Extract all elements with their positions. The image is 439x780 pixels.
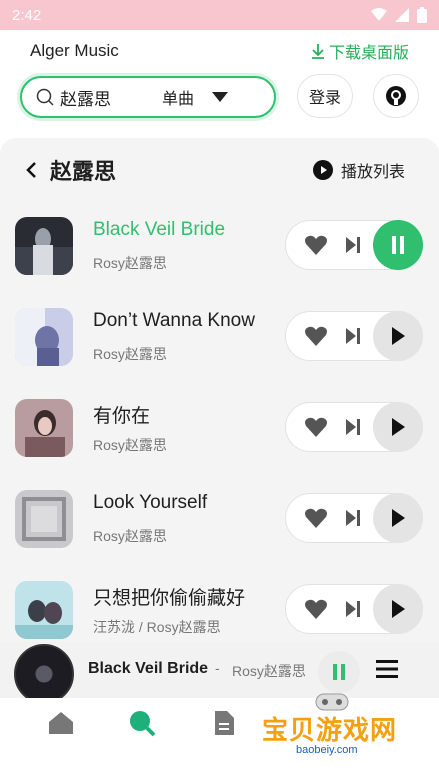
menu-icon[interactable]: [376, 660, 398, 678]
battery-icon: [417, 7, 427, 23]
artist-title: 赵露思: [50, 159, 117, 184]
app-bar: Alger Music 下载桌面版: [0, 30, 439, 72]
nav-search[interactable]: [127, 708, 157, 738]
heart-icon[interactable]: [304, 598, 328, 620]
login-button[interactable]: 登录: [297, 74, 353, 118]
album-cover: [15, 308, 73, 366]
song-title: Black Veil Bride: [93, 219, 226, 240]
search-input[interactable]: 赵露思: [60, 85, 162, 110]
song-title: 只想把你偷偷藏好: [93, 588, 246, 609]
next-icon[interactable]: [345, 509, 361, 527]
play-icon: [392, 327, 405, 345]
song-item[interactable]: Look Yourself Rosy赵露思: [0, 490, 439, 570]
watermark-text: 宝贝游戏网: [262, 715, 398, 745]
dropdown-arrow-icon[interactable]: [212, 92, 229, 102]
heart-icon[interactable]: [304, 507, 328, 529]
album-cover: [15, 217, 73, 275]
song-title: 有你在: [93, 406, 151, 427]
now-playing-artist: Rosy赵露思: [232, 663, 306, 679]
search-icon: [130, 711, 156, 737]
song-item[interactable]: Black Veil Bride Rosy赵露思: [0, 217, 439, 297]
song-artist: Rosy赵露思: [93, 437, 167, 453]
play-button[interactable]: [373, 493, 423, 543]
play-button[interactable]: [373, 402, 423, 452]
pause-button[interactable]: [373, 220, 423, 270]
search-icon: [36, 88, 54, 106]
watermark-site: baobeiy.com: [292, 744, 362, 756]
search-row: 赵露思 单曲 登录: [0, 74, 439, 120]
playlist-button[interactable]: 播放列表: [312, 158, 405, 182]
song-item[interactable]: Don’t Wanna Know Rosy赵露思: [0, 308, 439, 388]
clock: 2:42: [12, 6, 42, 24]
now-playing-title: Black Veil Bride: [88, 660, 209, 677]
watermark: 宝贝游戏网 baobeiy.com: [262, 690, 407, 770]
next-icon[interactable]: [345, 236, 361, 254]
download-icon: [311, 44, 324, 59]
song-controls: [285, 220, 423, 270]
login-label: 登录: [308, 90, 341, 107]
now-playing-separator: -: [215, 660, 220, 676]
heart-icon[interactable]: [304, 416, 328, 438]
now-playing-disc[interactable]: [14, 644, 74, 704]
song-artist: Rosy赵露思: [93, 528, 167, 544]
download-label: 下载桌面版: [328, 45, 409, 62]
status-bar: 2:42: [0, 0, 439, 30]
search-type-select[interactable]: 单曲: [162, 85, 194, 109]
play-icon: [392, 418, 405, 436]
song-title: Don’t Wanna Know: [93, 310, 255, 331]
song-controls: [285, 402, 423, 452]
panel-header: 赵露思 播放列表: [0, 150, 439, 190]
search-box[interactable]: 赵露思 单曲: [20, 76, 276, 118]
album-cover: [15, 581, 73, 639]
github-button[interactable]: [373, 74, 419, 118]
next-icon[interactable]: [345, 418, 361, 436]
mini-pause-button[interactable]: [318, 651, 360, 693]
gamepad-icon: [315, 693, 349, 711]
next-icon[interactable]: [345, 327, 361, 345]
nav-list[interactable]: [209, 708, 239, 738]
play-icon: [392, 509, 405, 527]
song-artist: 汪苏泷 / Rosy赵露思: [93, 619, 221, 635]
song-artist: Rosy赵露思: [93, 346, 167, 362]
play-circle-icon: [312, 160, 333, 180]
playlist-label: 播放列表: [340, 164, 405, 181]
home-icon: [49, 712, 73, 734]
wifi-icon: [371, 8, 387, 21]
song-controls: [285, 584, 423, 634]
document-icon: [215, 711, 234, 735]
download-desktop-link[interactable]: 下载桌面版: [311, 39, 409, 63]
github-icon: [386, 86, 406, 106]
next-icon[interactable]: [345, 600, 361, 618]
song-controls: [285, 311, 423, 361]
play-button[interactable]: [373, 584, 423, 634]
pause-icon: [392, 236, 404, 254]
heart-icon[interactable]: [304, 234, 328, 256]
heart-icon[interactable]: [304, 325, 328, 347]
play-button[interactable]: [373, 311, 423, 361]
song-title: Look Yourself: [93, 492, 208, 513]
song-item[interactable]: 有你在 Rosy赵露思: [0, 399, 439, 479]
nav-home[interactable]: [46, 708, 76, 738]
album-cover: [15, 399, 73, 457]
back-arrow-icon[interactable]: [24, 161, 38, 179]
album-cover: [15, 490, 73, 548]
pause-icon: [333, 664, 345, 680]
song-controls: [285, 493, 423, 543]
signal-icon: [395, 8, 409, 22]
play-icon: [392, 600, 405, 618]
song-artist: Rosy赵露思: [93, 255, 167, 271]
app-title: Alger Music: [30, 41, 119, 60]
